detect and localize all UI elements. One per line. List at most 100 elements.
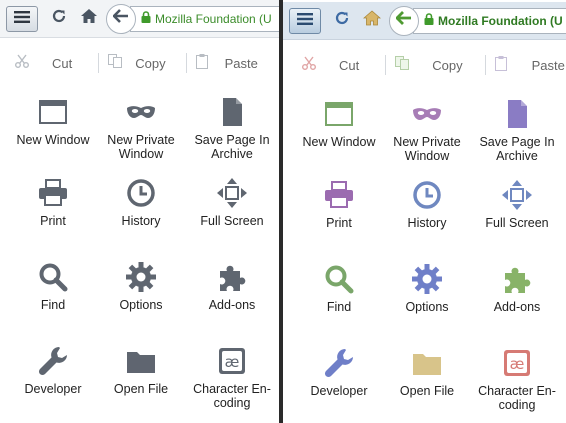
- puzzle-icon: [501, 263, 533, 295]
- folder-icon: [125, 345, 157, 377]
- cut-button[interactable]: Cut: [14, 48, 72, 78]
- copy-button[interactable]: Copy: [107, 48, 166, 78]
- home-button[interactable]: [74, 5, 104, 33]
- menu-item-add-ons[interactable]: Add-ons: [470, 263, 564, 315]
- menu-item-options[interactable]: Options: [94, 261, 188, 313]
- save-page-icon: [501, 98, 533, 130]
- menu-item-label: New Window: [302, 135, 376, 149]
- url-bar[interactable]: Mozilla Foundation (U: [130, 5, 279, 32]
- back-arrow-icon: [395, 11, 412, 30]
- menu-item-label: Print: [326, 216, 352, 230]
- copy-label: Copy: [432, 57, 463, 73]
- menu-item-label: Developer: [310, 384, 368, 398]
- menu-item-full-screen[interactable]: Full Screen: [185, 177, 279, 229]
- menu-item-save-page-in-archive[interactable]: Save Page In Archive: [470, 98, 564, 163]
- menu-item-history[interactable]: History: [94, 177, 188, 229]
- back-button[interactable]: [389, 5, 419, 36]
- menu-panel-monochrome: Mozilla Foundation (U Cut Copy Paste New…: [0, 0, 279, 423]
- site-identity-label: Mozilla Foundation (U: [438, 13, 563, 28]
- wrench-icon: [323, 347, 355, 379]
- reload-button[interactable]: [327, 7, 357, 35]
- back-button[interactable]: [106, 3, 136, 34]
- reload-icon: [334, 10, 350, 31]
- menu-item-label: History: [121, 214, 161, 228]
- reload-icon: [51, 8, 67, 29]
- menu-button[interactable]: [6, 5, 38, 32]
- menu-item-find[interactable]: Find: [6, 261, 100, 313]
- fullscreen-icon: [216, 177, 248, 209]
- scissors-icon: [14, 53, 30, 74]
- cut-button[interactable]: Cut: [301, 50, 359, 80]
- menu-item-print[interactable]: Print: [6, 177, 100, 229]
- menu-item-save-page-in-archive[interactable]: Save Page In Archive: [185, 96, 279, 161]
- menu-item-find[interactable]: Find: [292, 263, 386, 315]
- menu-panel-colored: Mozilla Foundation (U Cut Copy Paste New…: [283, 0, 566, 423]
- paste-button[interactable]: Paste: [195, 48, 258, 78]
- menu-item-label: Options: [119, 298, 163, 312]
- menu-item-add-ons[interactable]: Add-ons: [185, 261, 279, 313]
- back-arrow-icon: [112, 9, 129, 28]
- navigation-toolbar: Mozilla Foundation (U: [283, 2, 566, 40]
- home-button[interactable]: [357, 7, 387, 35]
- edit-separator: [385, 55, 387, 75]
- site-identity-label: Mozilla Foundation (U: [155, 11, 272, 26]
- menu-item-full-screen[interactable]: Full Screen: [470, 179, 564, 231]
- edit-controls: Cut Copy Paste: [0, 48, 279, 78]
- printer-icon: [37, 177, 69, 209]
- scissors-icon: [301, 55, 317, 76]
- fullscreen-icon: [501, 179, 533, 211]
- hamburger-icon: [297, 12, 313, 30]
- url-bar[interactable]: Mozilla Foundation (U: [413, 7, 566, 34]
- menu-item-label: Options: [405, 300, 449, 314]
- character-encoding-icon: æ: [501, 347, 533, 379]
- save-page-icon: [216, 96, 248, 128]
- menu-item-label: History: [407, 216, 447, 230]
- menu-item-new-window[interactable]: New Window: [292, 98, 386, 150]
- edit-controls: Cut Copy Paste: [283, 50, 566, 80]
- copy-button[interactable]: Copy: [394, 50, 463, 80]
- menu-item-character-en-coding[interactable]: æ Character En-coding: [185, 345, 279, 410]
- menu-button[interactable]: [289, 7, 321, 34]
- menu-item-options[interactable]: Options: [380, 263, 474, 315]
- menu-item-label: Developer: [24, 382, 82, 396]
- navigation-toolbar: Mozilla Foundation (U: [0, 0, 279, 38]
- new-window-icon: [323, 98, 355, 130]
- menu-item-label: Print: [40, 214, 66, 228]
- menu-item-label: Character En-coding: [478, 384, 556, 412]
- edit-separator: [98, 53, 100, 73]
- menu-item-label: Save Page In Archive: [194, 133, 270, 161]
- menu-item-label: Find: [326, 300, 352, 314]
- menu-item-open-file[interactable]: Open File: [94, 345, 188, 397]
- menu-item-label: Open File: [399, 384, 455, 398]
- menu-item-new-private-window[interactable]: New Private Window: [380, 98, 474, 163]
- paste-label: Paste: [224, 55, 258, 71]
- menu-item-print[interactable]: Print: [292, 179, 386, 231]
- menu-item-history[interactable]: History: [380, 179, 474, 231]
- menu-item-developer[interactable]: Developer: [6, 345, 100, 397]
- menu-item-character-en-coding[interactable]: æ Character En-coding: [470, 347, 564, 412]
- character-encoding-icon: æ: [216, 345, 248, 377]
- menu-item-new-window[interactable]: New Window: [6, 96, 100, 148]
- reload-button[interactable]: [44, 5, 74, 33]
- new-window-icon: [37, 96, 69, 128]
- menu-item-developer[interactable]: Developer: [292, 347, 386, 399]
- cut-label: Cut: [52, 55, 73, 71]
- lock-icon: [424, 12, 434, 30]
- wrench-icon: [37, 345, 69, 377]
- clock-icon: [411, 179, 443, 211]
- menu-item-label: Character En-coding: [193, 382, 271, 410]
- home-icon: [362, 10, 382, 31]
- svg-text:æ: æ: [510, 355, 525, 373]
- menu-item-open-file[interactable]: Open File: [380, 347, 474, 399]
- menu-item-new-private-window[interactable]: New Private Window: [94, 96, 188, 161]
- menu-item-label: New Private Window: [393, 135, 461, 163]
- menu-item-label: Find: [40, 298, 66, 312]
- menu-item-label: New Private Window: [107, 133, 175, 161]
- magnifier-icon: [37, 261, 69, 293]
- menu-item-label: Add-ons: [208, 298, 256, 312]
- hamburger-icon: [14, 10, 30, 28]
- paste-button[interactable]: Paste: [494, 50, 565, 80]
- printer-icon: [323, 179, 355, 211]
- gear-icon: [125, 261, 157, 293]
- gear-icon: [411, 263, 443, 295]
